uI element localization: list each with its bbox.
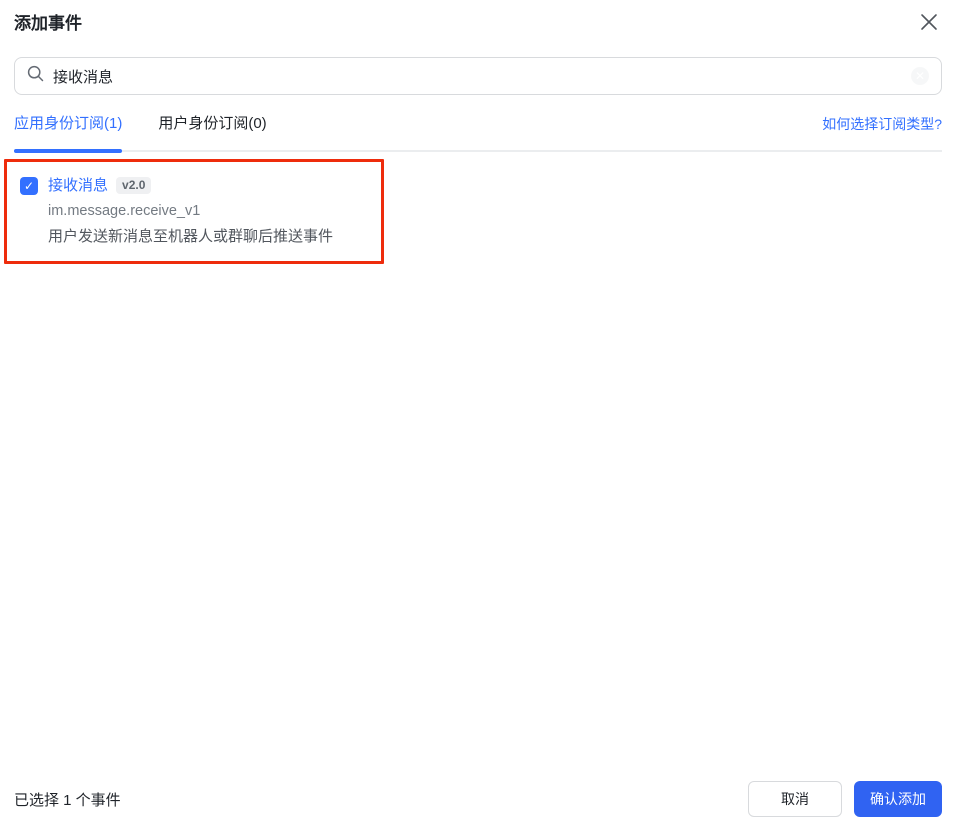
list-item[interactable]: ✓ 接收消息 v2.0 im.message.receive_v1 用户发送新消… bbox=[7, 162, 381, 261]
search-box[interactable]: ✕ bbox=[14, 57, 942, 95]
page-title: 添加事件 bbox=[14, 14, 82, 33]
add-event-dialog: 添加事件 ✕ 应用身份订阅(1) 用户身份订阅(0) 如何选择订阅类型? bbox=[0, 0, 956, 828]
check-icon: ✓ bbox=[23, 179, 35, 193]
search-icon bbox=[27, 65, 44, 87]
event-content: 接收消息 v2.0 im.message.receive_v1 用户发送新消息至… bbox=[48, 175, 333, 247]
search-input[interactable] bbox=[53, 67, 902, 85]
event-list: ✓ 接收消息 v2.0 im.message.receive_v1 用户发送新消… bbox=[4, 152, 942, 264]
event-checkbox[interactable]: ✓ bbox=[20, 177, 38, 195]
close-button[interactable] bbox=[918, 13, 940, 35]
selection-summary: 已选择 1 个事件 bbox=[14, 791, 121, 809]
clear-search-icon[interactable]: ✕ bbox=[911, 67, 929, 85]
tab-label: 应用身份订阅(1) bbox=[14, 115, 123, 132]
close-icon bbox=[920, 13, 938, 36]
confirm-add-button[interactable]: 确认添加 bbox=[854, 781, 942, 817]
dialog-footer: 已选择 1 个事件 取消 确认添加 bbox=[14, 781, 942, 828]
event-code: im.message.receive_v1 bbox=[48, 203, 201, 219]
version-badge: v2.0 bbox=[116, 177, 152, 194]
tab-label: 用户身份订阅(0) bbox=[158, 115, 267, 132]
event-title: 接收消息 bbox=[48, 177, 109, 194]
tab-app-identity-subscription[interactable]: 应用身份订阅(1) bbox=[14, 114, 123, 153]
subscription-type-help-link[interactable]: 如何选择订阅类型? bbox=[822, 114, 942, 150]
footer-buttons: 取消 确认添加 bbox=[748, 781, 942, 817]
event-description: 用户发送新消息至机器人或群聊后推送事件 bbox=[48, 228, 334, 245]
tab-user-identity-subscription[interactable]: 用户身份订阅(0) bbox=[158, 114, 266, 150]
dialog-header: 添加事件 bbox=[14, 0, 942, 35]
red-annotation-highlight: ✓ 接收消息 v2.0 im.message.receive_v1 用户发送新消… bbox=[4, 159, 384, 264]
subscription-tabs: 应用身份订阅(1) 用户身份订阅(0) 如何选择订阅类型? bbox=[14, 114, 942, 153]
event-title-row: 接收消息 v2.0 bbox=[48, 175, 333, 196]
cancel-button[interactable]: 取消 bbox=[748, 781, 842, 817]
active-tab-indicator bbox=[14, 149, 123, 153]
